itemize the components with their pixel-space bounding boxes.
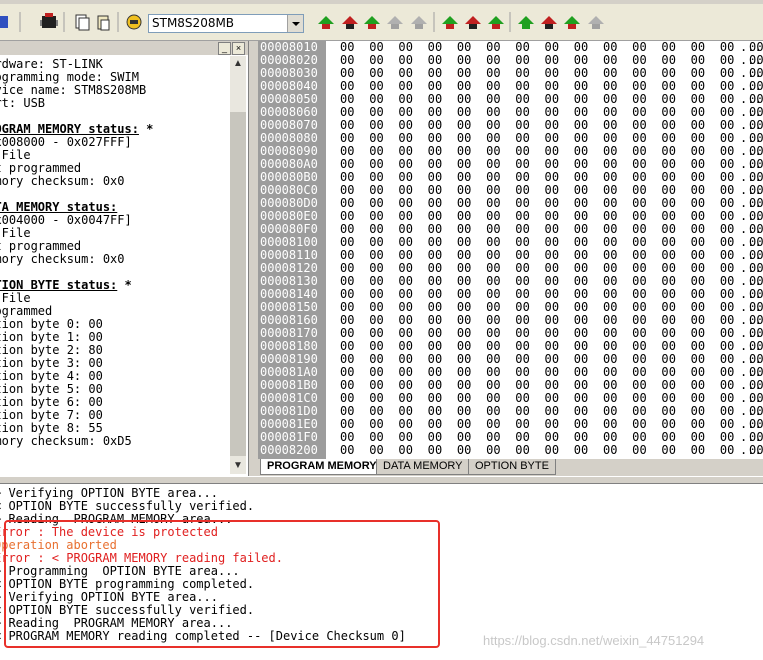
tab-data-memory[interactable]: DATA MEMORY	[376, 459, 470, 475]
program-red-icon[interactable]	[465, 16, 481, 29]
read-multi-icon[interactable]	[364, 16, 380, 29]
hex-row[interactable]: 00008200 00 00 00 00 00 00 00 00 00 00 00…	[258, 444, 763, 457]
tab-program-memory[interactable]: PROGRAM MEMORY	[260, 459, 384, 475]
blank-check-icon[interactable]	[126, 14, 142, 30]
verify-multi-icon[interactable]	[564, 16, 580, 29]
status-line: Memory checksum: 0x0	[0, 252, 125, 266]
status-line: Memory checksum: 0x0	[0, 174, 125, 188]
read-green-icon[interactable]	[318, 16, 334, 29]
hex-address: 00008200	[260, 443, 318, 457]
hex-ascii: ...	[740, 443, 762, 457]
hex-bytes[interactable]: 00 00 00 00 00 00 00 00 00 00 00 00 00 0…	[340, 444, 763, 457]
paste-icon[interactable]	[97, 15, 110, 31]
watermark-text: https://blog.csdn.net/weixin_44751294	[483, 633, 705, 648]
verify-red-icon[interactable]	[541, 16, 557, 29]
device-select-value: STM8S208MB	[152, 16, 235, 30]
toolbar: STM8S208MB	[0, 0, 763, 41]
minimize-icon[interactable]: _	[218, 42, 231, 55]
read-red-icon[interactable]	[342, 16, 358, 29]
memory-tabs: PROGRAM MEMORY DATA MEMORY OPTION BYTE	[258, 459, 763, 476]
device-select[interactable]: STM8S208MB	[148, 14, 304, 33]
panel-title-bar: _ ×	[0, 41, 248, 55]
program-multi-icon[interactable]	[488, 16, 504, 29]
hex-memory-view[interactable]: 00008010 00 00 00 00 00 00 00 00 00 00 00…	[258, 41, 763, 459]
verify-gray-icon[interactable]	[588, 16, 604, 29]
pane-splitter[interactable]	[0, 476, 763, 484]
status-text: Hardware: ST-LINKProgramming mode: SWIMD…	[0, 56, 228, 474]
close-icon[interactable]: ×	[232, 42, 245, 55]
chevron-down-icon[interactable]	[287, 15, 303, 32]
open-icon[interactable]	[0, 16, 8, 28]
device-status-panel: _ × Hardware: ST-LINKProgramming mode: S…	[0, 41, 249, 476]
status-line: Memory checksum: 0xD5	[0, 434, 132, 448]
copy-icon[interactable]	[75, 14, 90, 31]
program-green-icon[interactable]	[442, 16, 458, 29]
scroll-thumb[interactable]	[230, 112, 246, 456]
verify-green-icon[interactable]	[518, 16, 534, 29]
scroll-up-icon[interactable]: ▲	[230, 56, 246, 72]
status-line: Port: USB	[0, 96, 46, 110]
error-highlight-box	[4, 520, 440, 648]
tab-option-byte[interactable]: OPTION BYTE	[468, 459, 556, 475]
read-gray-icon[interactable]	[387, 16, 403, 29]
toolbar-icons	[0, 12, 604, 32]
scroll-down-icon[interactable]: ▼	[230, 458, 246, 474]
status-scrollbar[interactable]: ▲ ▼	[230, 56, 246, 474]
read-gray2-icon[interactable]	[411, 16, 427, 29]
program-chip-icon[interactable]	[40, 13, 58, 28]
